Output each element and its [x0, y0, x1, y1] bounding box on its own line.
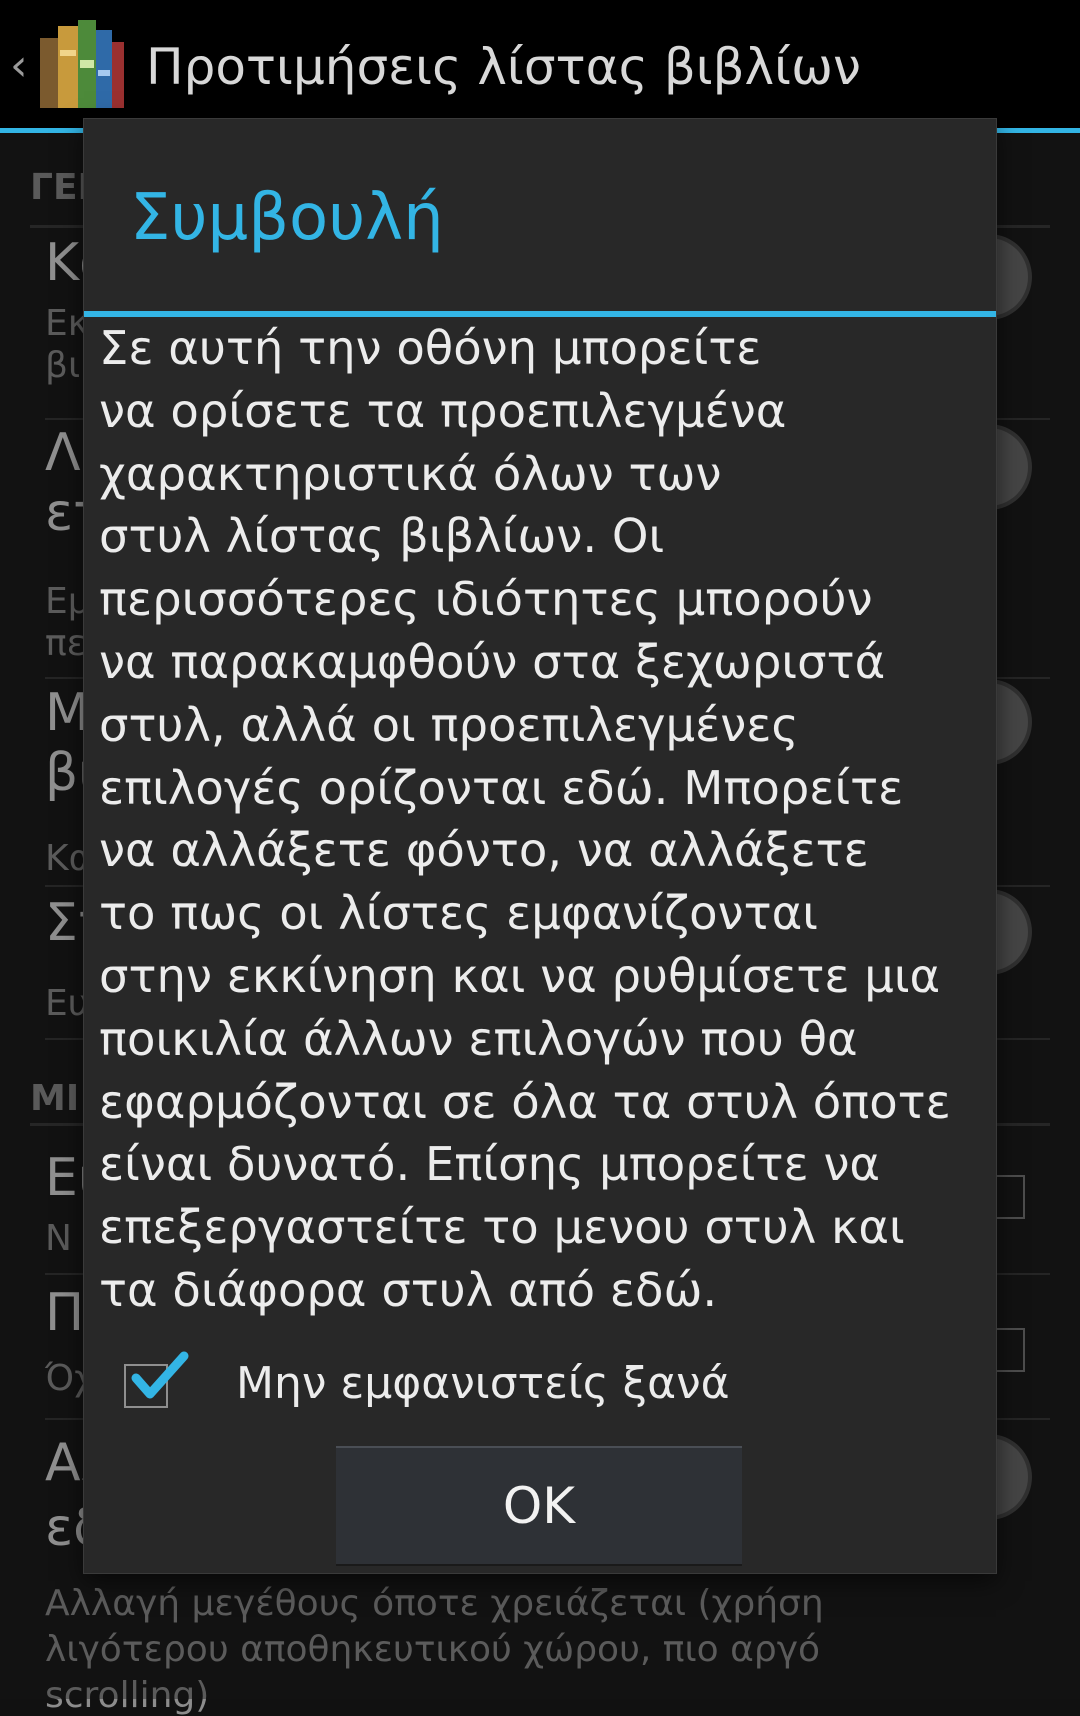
message-line: το πως οι λίστες εμφανίζονται	[99, 886, 818, 941]
message-line: επεξεργαστείτε το μενου στυλ και	[99, 1200, 905, 1255]
message-line: ποικιλία άλλων επιλογών που θα	[99, 1011, 858, 1066]
tip-dialog: Συμβουλή Σε αυτή την οθόνη μπορείτε να ο…	[84, 119, 996, 1573]
message-line: στην εκκίνηση και να ρυθμίσετε μια	[99, 948, 941, 1003]
book-stack-app-icon[interactable]	[40, 20, 126, 110]
message-line: είναι δυνατό. Επίσης μπορείτε να	[99, 1137, 881, 1192]
message-line: επιλογές ορίζονται εδώ. Μπορείτε	[99, 760, 904, 815]
action-bar: ‹ Προτιμήσεις λίστας βιβλίων	[0, 0, 1080, 133]
dont-show-again-label[interactable]: Μην εμφανιστείς ξανά	[236, 1358, 730, 1409]
message-line: να παρακαμφθούν στα ξεχωριστά	[99, 634, 886, 689]
message-line: στυλ, αλλά οι προεπιλεγμένες	[99, 697, 799, 752]
message-line: να αλλάξετε φόντο, να αλλάξετε	[99, 823, 869, 878]
chevron-left-icon[interactable]: ‹	[10, 40, 28, 91]
dialog-message: Σε αυτή την οθόνη μπορείτε να ορίσετε τα…	[99, 317, 996, 1322]
dialog-title: Συμβουλή	[130, 181, 444, 255]
checkmark-icon	[131, 1351, 189, 1399]
message-line: να ορίσετε τα προεπιλεγμένα	[99, 383, 787, 438]
message-line: στυλ λίστας βιβλίων. Οι	[99, 509, 665, 564]
ok-button[interactable]: OK	[336, 1446, 742, 1564]
message-line: χαρακτηριστικά όλων των	[99, 446, 722, 501]
message-line: περισσότερες ιδιότητες μπορούν	[99, 572, 873, 627]
action-bar-title: Προτιμήσεις λίστας βιβλίων	[146, 38, 861, 96]
message-line: Σε αυτή την οθόνη μπορείτε	[99, 321, 762, 375]
message-line: εφαρμόζονται σε όλα τα στυλ όποτε	[99, 1074, 951, 1129]
message-line: τα διάφορα στυλ από εδώ.	[99, 1262, 718, 1317]
